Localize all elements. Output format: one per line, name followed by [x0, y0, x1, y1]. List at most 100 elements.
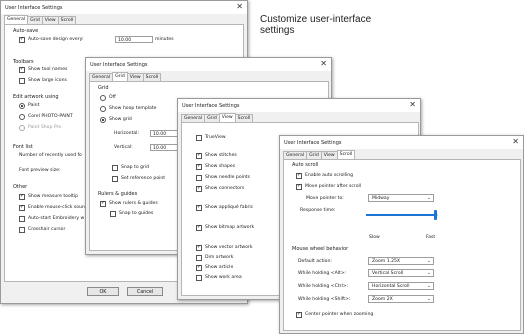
default-action-select[interactable]: Zoom 1.25X ⌄ [368, 257, 434, 265]
tab-grid[interactable]: Grid [27, 16, 43, 24]
show-work-area-check-icon[interactable] [196, 274, 202, 281]
paint-radio[interactable]: Paint [19, 102, 39, 109]
trueview-check-icon[interactable] [196, 134, 202, 141]
tab-general[interactable]: General [4, 15, 29, 24]
show-needle-points-check-icon[interactable] [196, 174, 202, 181]
show-rulers-checkbox[interactable]: Show rulers & guides [100, 200, 158, 207]
close-icon[interactable]: ✕ [236, 2, 243, 11]
tab-general[interactable]: General [181, 114, 206, 122]
center-pointer-checkbox[interactable]: Center pointer when zooming [296, 311, 373, 318]
show-bitmap-check-icon[interactable] [196, 224, 202, 231]
tab-general[interactable]: General [283, 151, 308, 159]
snap-to-guides-checkbox[interactable]: Snap to guides [110, 210, 153, 217]
tab-grid[interactable]: Grid [204, 114, 220, 122]
show-rulers-check-icon[interactable] [100, 200, 106, 207]
hoop-template-radio[interactable]: Show hoop template [100, 105, 157, 112]
tab-view[interactable]: View [218, 113, 236, 122]
show-large-icons-checkbox[interactable]: Show large icons [19, 77, 67, 84]
set-reference-point-check-icon[interactable] [112, 175, 118, 182]
ctrl-action-select[interactable]: Horizontal Scroll ⌄ [368, 282, 434, 290]
dim-artwork-checkbox[interactable]: Dim artwork [196, 254, 233, 261]
tab-grid[interactable]: Grid [306, 151, 322, 159]
show-vector-artwork-checkbox[interactable]: Show vector artwork [196, 244, 253, 251]
tab-view[interactable]: View [126, 73, 144, 81]
slider-thumb[interactable] [434, 210, 437, 220]
auto-scroll-heading: Auto scroll [292, 162, 319, 168]
show-applique-check-icon[interactable] [196, 204, 202, 211]
shift-action-select[interactable]: Zoom 2X ⌄ [368, 295, 434, 303]
paintshop-radio-icon[interactable] [19, 124, 25, 131]
close-icon[interactable]: ✕ [409, 100, 416, 109]
paintshop-radio[interactable]: Paint Shop Pro [19, 124, 61, 131]
snap-to-grid-check-icon[interactable] [112, 164, 118, 171]
show-article-checkbox[interactable]: Show article [196, 264, 233, 271]
close-icon[interactable]: ✕ [320, 59, 327, 68]
auto-start-check-icon[interactable] [19, 215, 25, 222]
show-large-icons-check-icon[interactable] [19, 77, 25, 84]
close-icon[interactable]: ✕ [512, 137, 519, 146]
shift-action-label: While holding <Shift>: [298, 297, 351, 302]
horizontal-spacing-input[interactable]: 10.00 [150, 130, 180, 137]
show-connectors-check-icon[interactable] [196, 185, 202, 192]
show-tool-names-check-icon[interactable] [19, 66, 25, 73]
grid-off-radio-icon[interactable] [100, 94, 106, 101]
enable-mouse-click-check-icon[interactable] [19, 204, 25, 211]
tab-view[interactable]: View [320, 151, 338, 159]
tab-view[interactable]: View [41, 16, 59, 24]
response-time-slider[interactable] [366, 210, 438, 220]
snap-to-grid-checkbox[interactable]: Snap to grid [112, 164, 149, 171]
corel-radio[interactable]: Corel PHOTO-PAINT [19, 113, 73, 120]
tab-scroll[interactable]: Scroll [336, 150, 356, 159]
show-shapes-checkbox[interactable]: Show shapes [196, 163, 235, 170]
vertical-label: Vertical: [114, 145, 133, 150]
show-measure-check-icon[interactable] [19, 193, 25, 200]
tab-grid[interactable]: Grid [112, 72, 128, 81]
move-pointer-after-scroll-checkbox[interactable]: Move pointer after scroll [296, 183, 361, 190]
corel-radio-icon[interactable] [19, 113, 25, 120]
dim-artwork-check-icon[interactable] [196, 254, 202, 261]
crosshair-check-icon[interactable] [19, 226, 25, 233]
enable-auto-scrolling-checkbox[interactable]: Enable auto scrolling [296, 172, 353, 179]
show-grid-radio[interactable]: Show grid [100, 116, 132, 123]
show-stitches-checkbox[interactable]: Show stitches [196, 152, 237, 159]
paint-radio-icon[interactable] [19, 102, 25, 109]
center-pointer-check-icon[interactable] [296, 311, 302, 318]
show-grid-radio-icon[interactable] [100, 116, 106, 123]
autosave-interval-input[interactable]: 10.00 [115, 36, 153, 43]
show-bitmap-artwork-checkbox[interactable]: Show bitmap artwork [196, 224, 254, 231]
set-reference-point-checkbox[interactable]: Set reference point [112, 175, 165, 182]
show-article-check-icon[interactable] [196, 264, 202, 271]
grid-off-radio[interactable]: Off [100, 94, 116, 101]
show-stitches-label: Show stitches [205, 153, 237, 158]
edit-artwork-heading: Edit artwork using [13, 94, 59, 100]
show-measure-tooltip-checkbox[interactable]: Show measure tooltip [19, 193, 78, 200]
enable-auto-scrolling-check-icon[interactable] [296, 172, 302, 179]
show-connectors-checkbox[interactable]: Show connectors [196, 185, 244, 192]
tab-scroll[interactable]: Scroll [57, 16, 77, 24]
show-work-area-checkbox[interactable]: Show work area [196, 274, 242, 281]
show-needle-points-checkbox[interactable]: Show needle points [196, 174, 250, 181]
auto-start-checkbox[interactable]: Auto-start Embroidery w [19, 215, 84, 222]
show-tool-names-checkbox[interactable]: Show tool names [19, 66, 67, 73]
show-shapes-check-icon[interactable] [196, 163, 202, 170]
snap-to-guides-check-icon[interactable] [110, 210, 116, 217]
alt-action-select[interactable]: Vertical Scroll ⌄ [368, 269, 434, 277]
show-applique-fabric-checkbox[interactable]: Show appliqué fabric [196, 204, 253, 211]
move-pointer-after-check-icon[interactable] [296, 183, 302, 190]
autosave-checkbox[interactable]: Auto-save design every: [19, 36, 84, 43]
ok-button[interactable]: OK [87, 287, 119, 296]
show-stitches-check-icon[interactable] [196, 152, 202, 159]
show-large-icons-label: Show large icons [28, 78, 67, 83]
crosshair-cursor-checkbox[interactable]: Crosshair cursor [19, 226, 65, 233]
tab-scroll[interactable]: Scroll [234, 114, 254, 122]
tab-general[interactable]: General [89, 73, 114, 81]
cancel-button[interactable]: Cancel [127, 287, 163, 296]
vertical-spacing-input[interactable]: 10.00 [150, 144, 180, 151]
trueview-checkbox[interactable]: TrueView [196, 134, 226, 141]
autosave-check-icon[interactable] [19, 36, 25, 43]
enable-mouse-click-checkbox[interactable]: Enable mouse-click soun [19, 204, 85, 211]
tab-scroll[interactable]: Scroll [142, 73, 162, 81]
show-vector-check-icon[interactable] [196, 244, 202, 251]
hoop-template-radio-icon[interactable] [100, 105, 106, 112]
move-pointer-to-select[interactable]: Midway ⌄ [368, 194, 434, 202]
